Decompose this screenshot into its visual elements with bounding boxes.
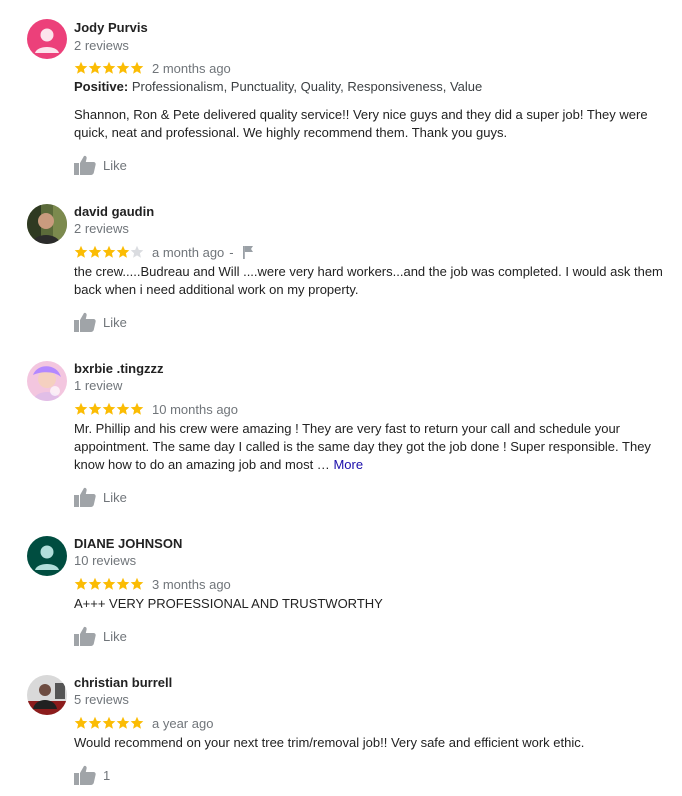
star-filled-icon bbox=[130, 716, 144, 730]
rating-row: a year ago bbox=[74, 715, 213, 731]
like-count: 1 bbox=[103, 767, 111, 783]
reviewer-name[interactable]: christian burrell bbox=[74, 675, 172, 690]
like-button[interactable]: 1 bbox=[74, 764, 110, 786]
thumbs-up-icon bbox=[74, 765, 96, 785]
star-rating bbox=[74, 716, 144, 730]
star-filled-icon bbox=[74, 716, 88, 730]
review-date: a year ago bbox=[152, 715, 214, 731]
star-filled-icon bbox=[102, 716, 116, 730]
reviewer-review-count: 5 reviews bbox=[74, 692, 129, 707]
star-filled-icon bbox=[88, 716, 102, 730]
review-card: christian burrell 5 reviews a year ago W… bbox=[0, 0, 682, 796]
star-filled-icon bbox=[116, 716, 130, 730]
avatar[interactable] bbox=[27, 675, 67, 715]
review-text: Would recommend on your next tree trim/r… bbox=[74, 735, 585, 750]
